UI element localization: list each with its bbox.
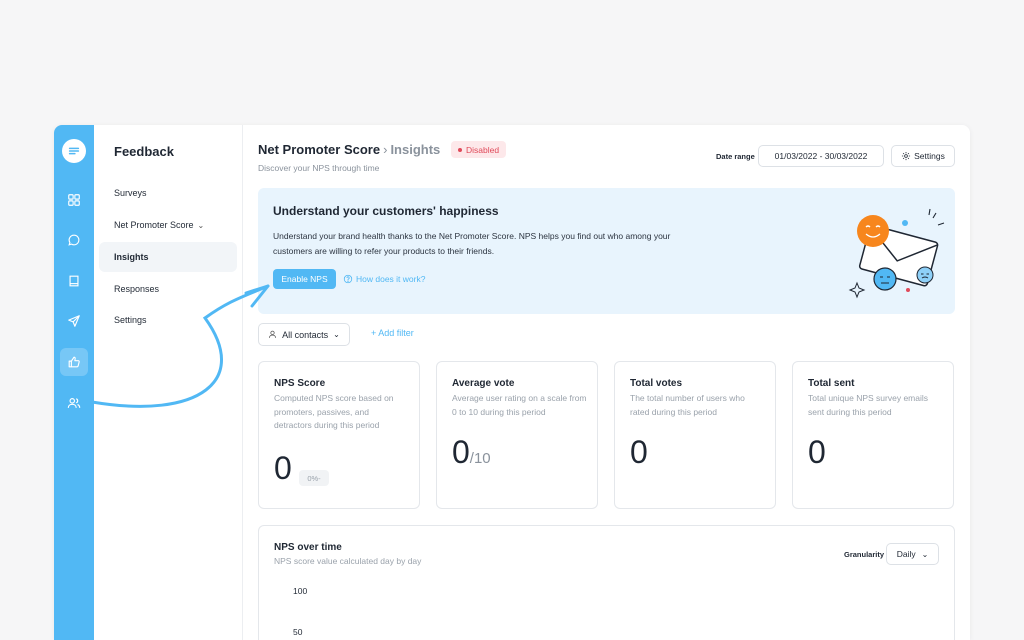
card-title: Total votes — [630, 378, 683, 389]
main-content: Net Promoter Score › Insights Disabled Dis… — [243, 125, 970, 640]
gear-icon — [902, 151, 911, 161]
date-range-input[interactable]: 01/03/2022 - 30/03/2022 — [758, 145, 884, 167]
enable-nps-button[interactable]: Enable NPS — [273, 269, 336, 289]
sidebar-title: Feedback — [114, 144, 174, 159]
happiness-illustration — [848, 208, 945, 299]
average-vote-card: Average vote Average user rating on a sc… — [436, 361, 598, 509]
sidebar-item-label: Net Promoter Score — [114, 220, 194, 230]
banner-title: Understand your customers' happiness — [273, 204, 499, 218]
card-description: Total unique NPS survey emails sent duri… — [808, 393, 929, 417]
book-icon[interactable] — [60, 267, 88, 295]
chevron-down-icon: ⌄ — [333, 330, 340, 339]
card-title: Average vote — [452, 378, 515, 389]
person-icon — [269, 330, 277, 338]
chat-logo-icon[interactable] — [62, 139, 86, 163]
granularity-select[interactable]: Daily ⌄ — [886, 543, 939, 565]
granularity-label: Granularity — [844, 550, 885, 559]
thumbs-up-icon[interactable] — [60, 348, 88, 376]
card-description: Computed NPS score based on promoters, p… — [274, 393, 394, 430]
y-tick-label: 50 — [293, 627, 303, 637]
settings-button-label: Settings — [914, 151, 945, 161]
sidebar-item-insights[interactable]: Insights — [99, 242, 237, 272]
card-value: 0 — [274, 450, 292, 486]
feedback-sidebar: Feedback Surveys Net Promoter Score ⌄ Ins… — [94, 125, 243, 640]
card-value: 0/10 — [452, 434, 491, 471]
page-title: Net Promoter Score › Insights — [258, 142, 440, 157]
total-votes-card: Total votes The total number of users wh… — [614, 361, 776, 509]
sidebar-item-settings[interactable]: Settings — [99, 305, 237, 335]
chevron-down-icon: ⌄ — [197, 220, 205, 230]
chat-icon[interactable] — [60, 226, 88, 254]
grid-icon[interactable] — [60, 186, 88, 214]
app-window: Feedback Surveys Net Promoter Score ⌄ Ins… — [54, 125, 970, 640]
sidebar-item-label: Responses — [114, 284, 160, 294]
users-icon[interactable] — [60, 389, 88, 417]
breadcrumb[interactable]: Insights — [390, 142, 440, 157]
status-badge: Disabled — [451, 141, 507, 158]
nps-over-time-chart: NPS over time NPS score value calculated… — [258, 525, 955, 640]
sidebar-item-label: Settings — [114, 315, 147, 325]
card-description: The total number of users who rated duri… — [630, 393, 745, 417]
card-value: 0 — [808, 434, 826, 470]
add-filter-button[interactable]: + Add filter — [371, 328, 414, 338]
chart-title: NPS over time — [274, 542, 342, 553]
date-range-label: Date range — [716, 152, 755, 161]
how-does-it-work-link[interactable]: How does it work? — [343, 274, 425, 284]
contacts-filter-dropdown[interactable]: All contacts ⌄ — [258, 323, 350, 346]
help-circle-icon — [343, 274, 353, 284]
page-title-text: Net Promoter Score — [258, 142, 381, 157]
nps-intro-banner: Understand your customers' happiness Und… — [258, 188, 955, 314]
card-title: NPS Score — [274, 378, 326, 389]
sidebar-item-label: Surveys — [114, 188, 147, 198]
y-tick-label: 100 — [293, 586, 308, 596]
contacts-filter-label: All contacts — [282, 329, 329, 340]
card-value-number: 0 — [452, 434, 470, 470]
card-value-suffix: /10 — [469, 450, 491, 467]
page-subtitle: Discover your NPS through time — [258, 163, 380, 173]
send-icon[interactable] — [60, 307, 88, 335]
granularity-value: Daily — [896, 549, 916, 559]
breadcrumb-separator-icon: › — [383, 142, 388, 157]
icon-rail — [54, 125, 94, 640]
sidebar-item-responses[interactable]: Responses — [99, 274, 237, 304]
nps-change-badge: 0%- — [299, 470, 329, 486]
sidebar-item-surveys[interactable]: Surveys — [99, 178, 237, 208]
nps-score-card: NPS Score Computed NPS score based on pr… — [258, 361, 420, 509]
how-link-label: How does it work? — [356, 274, 426, 284]
total-sent-card: Total sent Total unique NPS survey email… — [792, 361, 954, 509]
chevron-down-icon: ⌄ — [921, 549, 929, 559]
chart-subtitle: NPS score value calculated day by day — [274, 556, 422, 566]
card-description: Average user rating on a scale from 0 to… — [452, 393, 587, 417]
card-value: 0 — [630, 434, 648, 470]
settings-button[interactable]: Settings — [891, 145, 955, 167]
status-dot-icon — [458, 147, 462, 152]
card-title: Total sent — [808, 378, 855, 389]
banner-text: Understand your brand health thanks to t… — [273, 231, 671, 256]
sidebar-item-label: Insights — [114, 252, 149, 262]
sidebar-item-net-promoter-score[interactable]: Net Promoter Score ⌄ — [99, 210, 237, 240]
status-badge-label: Disabled — [466, 144, 500, 155]
